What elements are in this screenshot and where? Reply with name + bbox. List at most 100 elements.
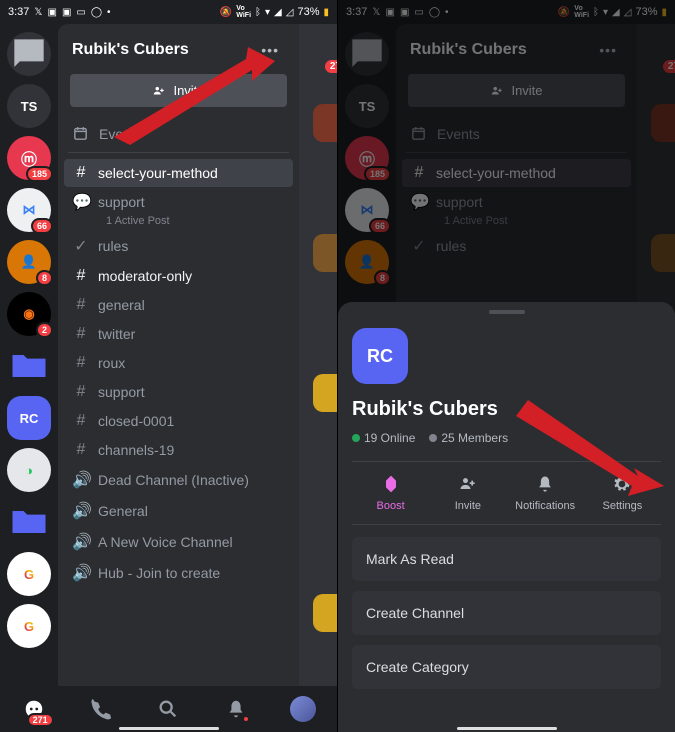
bell-icon	[535, 474, 555, 494]
wifi-icon: ▾	[265, 7, 270, 18]
boost-icon	[381, 474, 401, 494]
hash-icon: #	[72, 296, 90, 314]
guild-icon[interactable]: ⓜ185	[7, 136, 51, 180]
nav-home[interactable]: 271	[14, 689, 54, 729]
peek-icon	[313, 374, 337, 412]
online-count: 19 Online	[352, 431, 415, 445]
notification-dot	[242, 715, 250, 723]
channel-item[interactable]: 🔊General	[64, 496, 293, 526]
channel-name: general	[98, 297, 145, 313]
invite-label: Invite	[173, 83, 204, 98]
screen-server-menu: 3:37 𝕏 ▣ ▣ ▭ ◯ • 🔕 VoWiFi ᛒ ▾ ◢ ◿ 73% ▮ …	[338, 0, 675, 732]
channel-name: A New Voice Channel	[98, 534, 233, 550]
channel-item[interactable]: 🔊 A New Voice Channel	[64, 527, 293, 557]
events-row[interactable]: Events	[58, 117, 299, 150]
hash-icon: #	[72, 441, 90, 459]
create-category-item[interactable]: Create Category	[352, 645, 661, 689]
battery-percent: 73%	[297, 6, 319, 18]
channel-name: twitter	[98, 326, 135, 342]
nav-profile[interactable]	[283, 689, 323, 729]
channel-item[interactable]: # channels-19	[64, 436, 293, 464]
status-time: 3:37	[8, 6, 29, 18]
channel-item[interactable]: #roux	[64, 349, 293, 377]
bottom-nav: 271	[0, 686, 337, 732]
notifications-button[interactable]: Notifications	[507, 462, 584, 524]
server-panel: Rubik's Cubers ••• Invite Events #select…	[58, 24, 299, 686]
channel-name: Hub - Join to create	[98, 565, 220, 581]
channel-item[interactable]: 💬support	[64, 188, 293, 216]
guild-icon[interactable]: G	[7, 552, 51, 596]
hash-icon: #	[72, 267, 90, 285]
channel-item[interactable]: 🔊Hub - Join to create	[64, 558, 293, 588]
hash-icon: #	[72, 354, 90, 372]
settings-button[interactable]: Settings	[584, 462, 661, 524]
action-row: Boost Invite Notifications Settings	[352, 461, 661, 525]
circle-icon: ◯	[91, 7, 102, 18]
peek-panel[interactable]: 27	[299, 24, 337, 686]
channel-item[interactable]: # general	[64, 291, 293, 319]
create-channel-item[interactable]: Create Channel	[352, 591, 661, 635]
home-indicator	[457, 727, 557, 730]
phone-icon	[90, 698, 112, 720]
more-options-button[interactable]: •••	[255, 38, 285, 62]
battery-icon: ▮	[323, 7, 329, 18]
dot-icon: •	[107, 7, 111, 18]
channel-item[interactable]: 🔊Dead Channel (Inactive)	[64, 465, 293, 495]
speaker-icon: 🔊	[72, 532, 90, 552]
server-actions-sheet: RC Rubik's Cubers 19 Online 25 Members B…	[338, 302, 675, 732]
nav-notifications[interactable]	[216, 689, 256, 729]
guild-icon[interactable]: ⋈66	[7, 188, 51, 232]
guild-icon[interactable]: TS	[7, 84, 51, 128]
channel-name: support	[98, 384, 145, 400]
channel-list[interactable]: #select-your-method💬support1 Active Post…	[58, 159, 299, 588]
invite-button[interactable]: Invite	[70, 74, 287, 107]
sheet-title: Rubik's Cubers	[352, 398, 661, 421]
guild-icon[interactable]: 👤8	[7, 240, 51, 284]
guild-folder[interactable]	[7, 344, 51, 388]
guild-folder[interactable]	[7, 500, 51, 544]
channel-name: channels-19	[98, 442, 174, 458]
person-add-icon	[152, 84, 166, 98]
dm-icon[interactable]	[7, 32, 51, 76]
channel-name: select-your-method	[98, 165, 218, 181]
boost-button[interactable]: Boost	[352, 462, 429, 524]
nav-friends[interactable]	[81, 689, 121, 729]
channel-name: rules	[98, 238, 128, 254]
hash-icon: #	[72, 325, 90, 343]
channel-item[interactable]: #select-your-method	[64, 159, 293, 187]
search-icon	[157, 698, 179, 720]
home-indicator	[119, 727, 219, 730]
check-icon: ✓	[72, 236, 90, 256]
channel-item[interactable]: #support	[64, 378, 293, 406]
channel-item[interactable]: ✓ rules	[64, 231, 293, 261]
drag-handle[interactable]	[489, 310, 525, 314]
channel-item[interactable]: # moderator-only	[64, 262, 293, 290]
peek-icon	[313, 104, 337, 142]
server-avatar: RC	[352, 328, 408, 384]
channel-item[interactable]: # closed-0001	[64, 407, 293, 435]
invite-button[interactable]: Invite	[429, 462, 506, 524]
home-badge: 271	[27, 713, 54, 727]
guild-icon[interactable]: ◑	[7, 448, 51, 492]
channel-name: General	[98, 503, 148, 519]
nav-search[interactable]	[148, 689, 188, 729]
member-count: 25 Members	[429, 431, 508, 445]
signal-none-icon: ◿	[286, 7, 294, 18]
network-type-icon: VoWiFi	[236, 5, 251, 19]
peek-icon	[313, 234, 337, 272]
guild-icon[interactable]: G	[7, 604, 51, 648]
hash-lock-icon: #	[72, 412, 90, 430]
mark-as-read-item[interactable]: Mark As Read	[352, 537, 661, 581]
gear-icon	[612, 474, 632, 494]
channel-item[interactable]: # twitter	[64, 320, 293, 348]
guild-icon[interactable]: ◉2	[7, 292, 51, 336]
channel-name: closed-0001	[98, 413, 174, 429]
channel-name: moderator-only	[98, 268, 192, 284]
guild-rail[interactable]: TS ⓜ185 ⋈66 👤8 ◉2 RC ◑ G G	[0, 24, 58, 686]
image-icon: ▣	[62, 7, 71, 18]
peek-icon	[313, 594, 337, 632]
channel-name: support	[98, 194, 145, 210]
guild-icon-active[interactable]: RC	[7, 396, 51, 440]
events-label: Events	[99, 126, 142, 142]
mention-pill[interactable]: 27	[325, 60, 337, 73]
